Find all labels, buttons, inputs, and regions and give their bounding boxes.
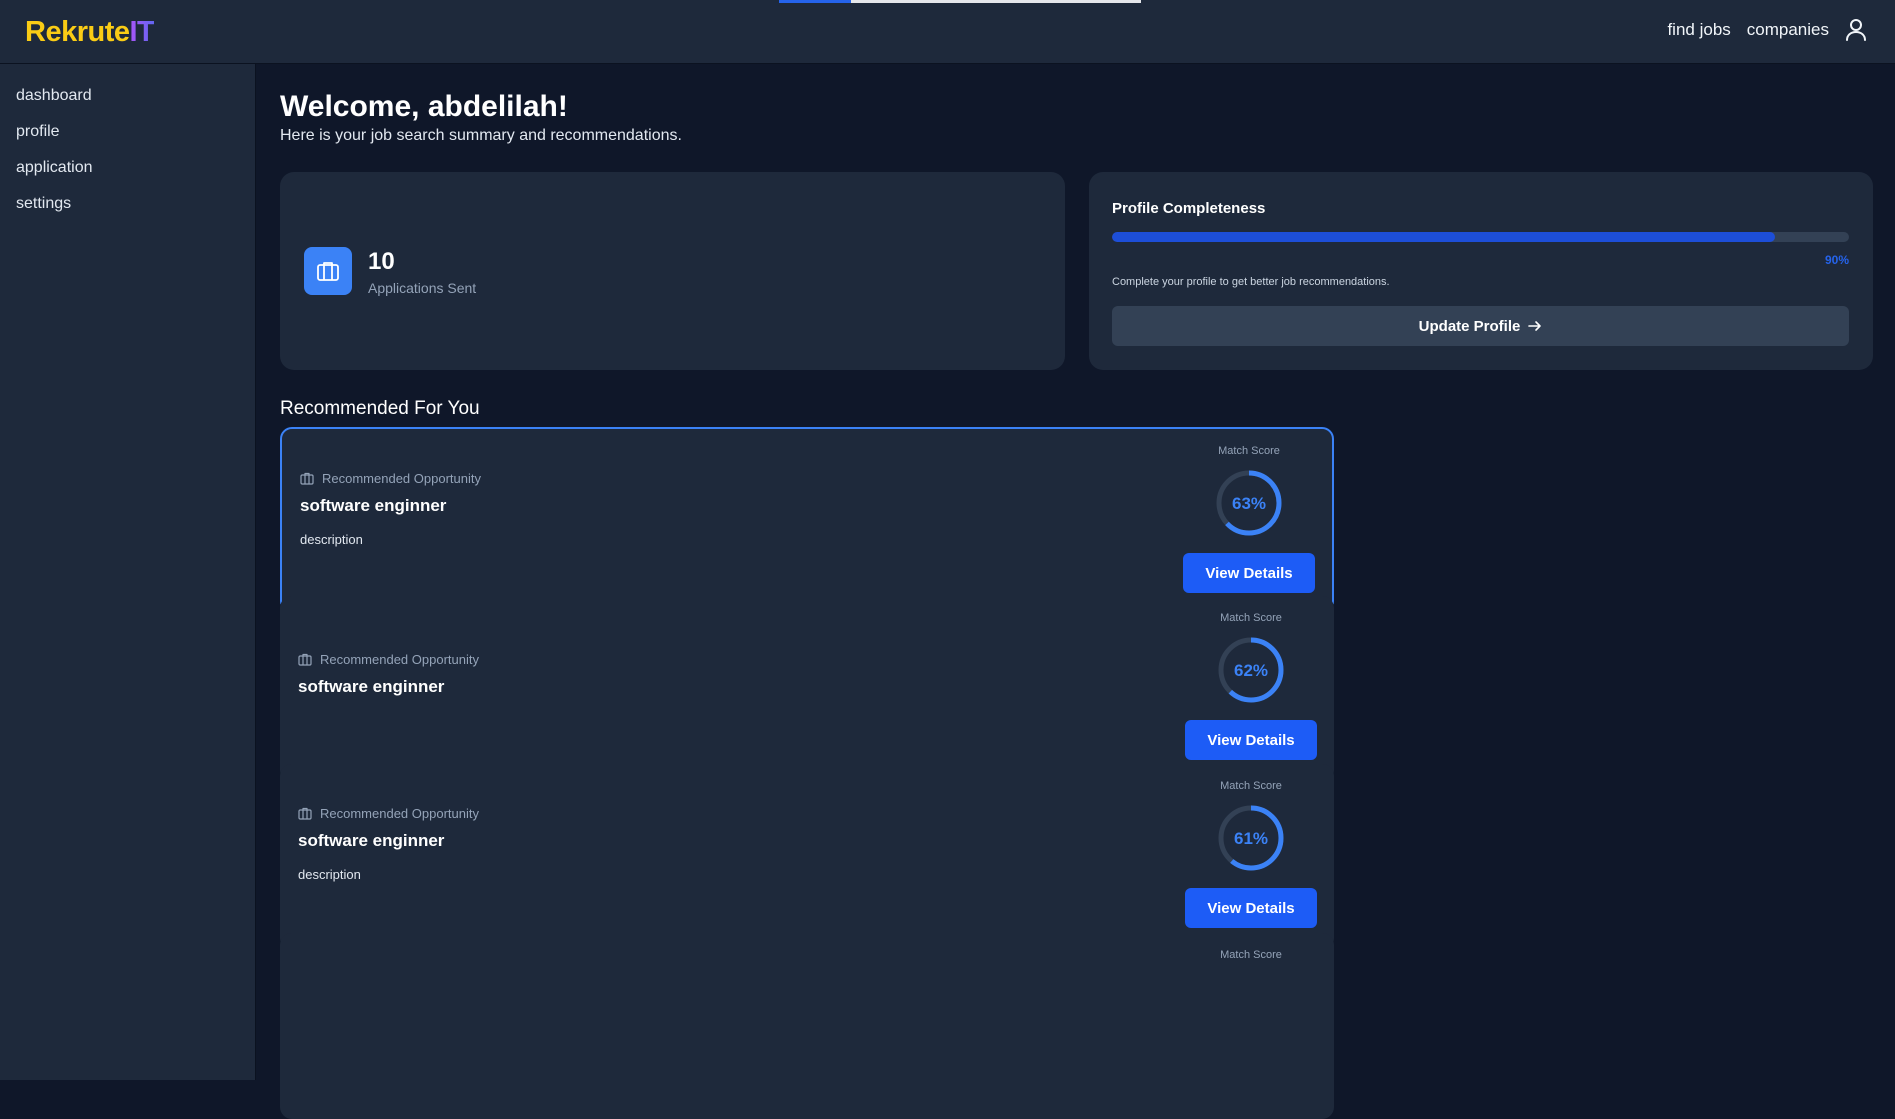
job-title: software enginner: [298, 831, 445, 850]
job-kicker-label: Recommended Opportunity: [320, 652, 479, 667]
page-loading-indicator: [779, 0, 852, 3]
profile-progress-bar: [1112, 232, 1849, 242]
match-score-ring: 61%: [1218, 805, 1284, 871]
sidebar-item-dashboard[interactable]: dashboard: [0, 78, 255, 114]
match-score-ring: 62%: [1218, 637, 1284, 703]
match-score-label: Match Score: [1220, 780, 1282, 792]
job-kicker-label: Recommended Opportunity: [322, 471, 481, 486]
match-score-block: Match Score 63% View Details: [1183, 445, 1315, 593]
top-nav-links: find jobs companies: [1667, 18, 1867, 42]
job-kicker: Recommended Opportunity: [298, 652, 479, 667]
nav-companies-link[interactable]: companies: [1747, 20, 1829, 40]
job-kicker: Recommended Opportunity: [300, 471, 481, 486]
brand-name-part1: Rekrute: [25, 16, 130, 48]
page-subtitle: Here is your job search summary and reco…: [280, 127, 682, 144]
briefcase-icon: [300, 472, 314, 485]
view-details-button[interactable]: View Details: [1185, 720, 1317, 760]
view-details-button[interactable]: View Details: [1185, 888, 1317, 928]
sidebar-item-settings[interactable]: settings: [0, 186, 255, 222]
job-title: software enginner: [300, 496, 447, 515]
match-score-label: Match Score: [1220, 612, 1282, 624]
match-score-value: 61%: [1234, 829, 1268, 848]
update-profile-label: Update Profile: [1418, 317, 1521, 335]
recommended-section-title: Recommended For You: [280, 398, 480, 419]
job-title: software enginner: [298, 677, 445, 696]
match-score-label: Match Score: [1218, 445, 1280, 457]
nav-find-jobs-link[interactable]: find jobs: [1667, 20, 1730, 40]
match-score-label: Match Score: [1220, 949, 1282, 961]
job-info: Recommended Opportunity software enginne…: [298, 652, 479, 697]
briefcase-icon: [298, 653, 312, 666]
applications-count: 10: [368, 248, 395, 275]
arrow-right-icon: [1528, 321, 1542, 331]
profile-progress-fill: [1112, 232, 1776, 242]
profile-completeness-note: Complete your profile to get better job …: [1112, 276, 1390, 288]
applications-label: Applications Sent: [368, 280, 477, 296]
profile-completeness-title: Profile Completeness: [1112, 200, 1266, 217]
match-score-block: Match Score 61% View Details: [1185, 780, 1317, 928]
job-kicker-label: Recommended Opportunity: [320, 806, 479, 821]
view-details-button[interactable]: View Details: [1183, 553, 1315, 593]
job-card[interactable]: Match Score: [280, 933, 1334, 1119]
sidebar: dashboard profile application settings: [0, 64, 256, 1080]
job-description: description: [298, 867, 361, 882]
job-card[interactable]: Recommended Opportunity software enginne…: [280, 427, 1334, 613]
applications-stat-card: 10 Applications Sent: [280, 172, 1065, 370]
user-icon[interactable]: [1845, 18, 1867, 42]
brand-name-part2: IT: [129, 16, 155, 48]
briefcase-icon: [304, 247, 352, 295]
match-score-block: Match Score: [1185, 949, 1317, 961]
page-title: Welcome, abdelilah!: [280, 90, 568, 123]
top-navbar: RekruteIT find jobs companies: [0, 0, 1895, 64]
update-profile-button[interactable]: Update Profile: [1112, 306, 1849, 346]
match-score-value: 63%: [1232, 494, 1266, 513]
job-info: Recommended Opportunity software enginne…: [300, 471, 481, 547]
job-card[interactable]: Recommended Opportunity software enginne…: [280, 596, 1334, 782]
sidebar-item-application[interactable]: application: [0, 150, 255, 186]
profile-progress-percent: 90%: [1824, 253, 1849, 267]
match-score-ring: 63%: [1216, 470, 1282, 536]
sidebar-item-profile[interactable]: profile: [0, 114, 255, 150]
match-score-value: 62%: [1234, 661, 1268, 680]
job-kicker: Recommended Opportunity: [298, 806, 479, 821]
profile-completeness-card: Profile Completeness 90% Complete your p…: [1089, 172, 1873, 370]
job-description: description: [300, 532, 363, 547]
brand-logo[interactable]: RekruteIT: [25, 16, 155, 49]
job-card[interactable]: Recommended Opportunity software enginne…: [280, 764, 1334, 950]
match-score-block: Match Score 62% View Details: [1185, 612, 1317, 760]
briefcase-icon: [298, 807, 312, 820]
job-info: Recommended Opportunity software enginne…: [298, 806, 479, 882]
